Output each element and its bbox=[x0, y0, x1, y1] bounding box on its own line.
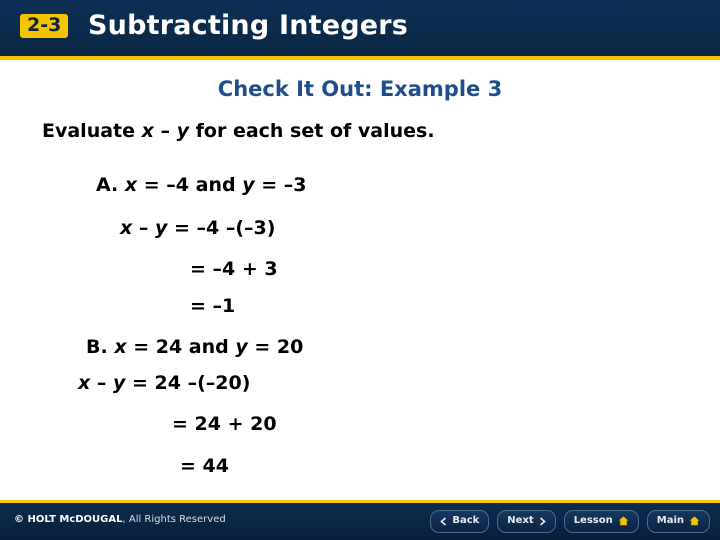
slide: 2-3 Subtracting Integers Check It Out: E… bbox=[0, 0, 720, 540]
instruction-var-x: x bbox=[141, 120, 154, 142]
part-b-step1-expr: = 24 –(–20) bbox=[125, 372, 251, 394]
example-subtitle: Check It Out: Example 3 bbox=[217, 77, 503, 101]
instruction-text-pre: Evaluate bbox=[42, 120, 142, 142]
instruction-line: Evaluate x – y for each set of values. bbox=[42, 120, 435, 142]
part-a-step-3: = –1 bbox=[190, 295, 236, 317]
slide-body: Check It Out: Example 3 Evaluate x – y f… bbox=[0, 60, 720, 500]
copyright-brand: © HOLT McDOUGAL bbox=[14, 514, 123, 525]
page-title: Subtracting Integers bbox=[88, 10, 409, 41]
lesson-button[interactable]: Lesson bbox=[563, 510, 639, 533]
part-b-step-2: = 24 + 20 bbox=[172, 413, 277, 435]
part-a-label: A. bbox=[96, 174, 125, 196]
home-icon bbox=[618, 516, 629, 526]
instruction-minus: – bbox=[153, 120, 177, 142]
lesson-button-label: Lesson bbox=[573, 515, 613, 526]
part-a-var-x: x bbox=[124, 174, 138, 196]
back-button-label: Back bbox=[452, 515, 480, 526]
part-b-var-x: x bbox=[114, 336, 127, 358]
part-a-step1-var-y: y bbox=[155, 217, 168, 239]
chevron-right-icon bbox=[539, 516, 546, 526]
part-a-step-2: = –4 + 3 bbox=[190, 258, 278, 280]
part-a-given-end: = –3 bbox=[254, 174, 307, 196]
slide-header: 2-3 Subtracting Integers bbox=[0, 0, 720, 56]
part-a-step1-minus: – bbox=[132, 217, 155, 239]
part-a-given: A. x = –4 and y = –3 bbox=[96, 174, 306, 196]
copyright-text: © HOLT McDOUGAL, All Rights Reserved bbox=[14, 514, 226, 525]
part-b-step-1: x – y = 24 –(–20) bbox=[78, 372, 250, 394]
next-button[interactable]: Next bbox=[497, 510, 556, 533]
part-b-var-y: y bbox=[235, 336, 248, 358]
part-b-given: B. x = 24 and y = 20 bbox=[86, 336, 303, 358]
slide-footer: © HOLT McDOUGAL, All Rights Reserved Bac… bbox=[0, 500, 720, 540]
part-a-var-y: y bbox=[242, 174, 255, 196]
part-a-step1-var-x: x bbox=[120, 217, 133, 239]
instruction-text-post: for each set of values. bbox=[189, 120, 435, 142]
lesson-number-badge: 2-3 bbox=[20, 14, 69, 38]
chevron-left-icon bbox=[440, 516, 447, 526]
part-b-step-3: = 44 bbox=[180, 455, 229, 477]
instruction-var-y: y bbox=[176, 120, 190, 142]
part-b-step1-var-y: y bbox=[113, 372, 126, 394]
next-button-label: Next bbox=[507, 515, 534, 526]
footer-accent-rule bbox=[0, 500, 720, 503]
footer-navigation: Back Next Lesson Main bbox=[430, 510, 710, 533]
part-b-given-end: = 20 bbox=[247, 336, 304, 358]
part-a-step1-expr: = –4 –(–3) bbox=[167, 217, 276, 239]
part-b-label: B. bbox=[86, 336, 115, 358]
main-button[interactable]: Main bbox=[646, 510, 710, 533]
copyright-rest: , All Rights Reserved bbox=[122, 514, 226, 525]
part-b-given-mid: = 24 and bbox=[126, 336, 236, 358]
part-a-step-1: x – y = –4 –(–3) bbox=[120, 217, 275, 239]
home-icon bbox=[689, 516, 700, 526]
part-b-step1-minus: – bbox=[90, 372, 113, 394]
back-button[interactable]: Back bbox=[430, 510, 490, 533]
part-a-given-mid: = –4 and bbox=[137, 174, 243, 196]
main-button-label: Main bbox=[656, 515, 684, 526]
part-b-step1-var-x: x bbox=[78, 372, 91, 394]
